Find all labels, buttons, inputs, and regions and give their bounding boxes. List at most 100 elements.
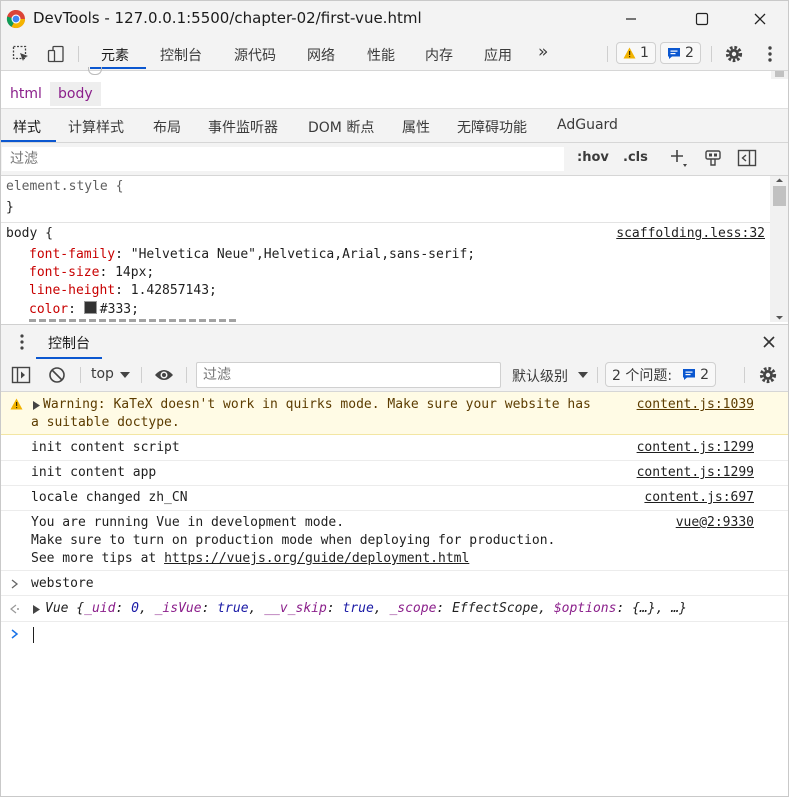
issues-label: 2 个问题:: [612, 367, 673, 384]
new-rule-plus-icon[interactable]: [669, 148, 689, 168]
clear-console-icon[interactable]: [47, 365, 67, 385]
console-warning-message[interactable]: Warning: KaTeX doesn't work in quirks mo…: [0, 392, 789, 435]
log-text-prefix: See more tips at: [31, 551, 165, 566]
rule-divider: [0, 222, 770, 223]
text-caret: [33, 627, 34, 643]
tab-dom-breakpoints[interactable]: DOM 断点: [308, 117, 374, 137]
warnings-count: 1: [640, 45, 649, 61]
log-text-line2: Make sure to turn on production mode whe…: [31, 533, 556, 548]
input-chevron-icon: [11, 579, 19, 589]
maximize-button[interactable]: [679, 0, 725, 38]
close-drawer-icon[interactable]: [759, 332, 779, 352]
device-toolbar-icon[interactable]: [46, 44, 66, 64]
css-declaration[interactable]: line-height: 1.42857143;: [29, 283, 217, 298]
console-log-message[interactable]: locale changed zh_CN content.js:697: [0, 486, 789, 511]
console-toolbar: top 默认级别 2 个问题: 2: [0, 359, 789, 392]
message-source-link[interactable]: content.js:1299: [637, 465, 754, 480]
log-text-line1: You are running Vue in development mode.: [31, 515, 345, 530]
breadcrumb-body[interactable]: body: [50, 82, 101, 106]
expand-triangle-icon[interactable]: [33, 605, 41, 614]
result-value: EffectScope: [452, 601, 539, 616]
tab-styles[interactable]: 样式: [13, 117, 41, 137]
console-log-message[interactable]: init content script content.js:1299: [0, 436, 789, 461]
message-icon: [683, 369, 696, 380]
console-result[interactable]: Vue {_uid: 0, _isVue: true, __v_skip: tr…: [0, 596, 789, 622]
tab-console[interactable]: 控制台: [160, 45, 202, 65]
body-rule-selector[interactable]: body {: [6, 226, 53, 241]
tab-event-listeners[interactable]: 事件监听器: [208, 117, 278, 137]
console-sidebar-icon[interactable]: [11, 365, 31, 385]
deployment-docs-link[interactable]: https://vuejs.org/guide/deployment.html: [164, 551, 469, 566]
prompt-chevron-icon: [11, 629, 19, 639]
css-declaration[interactable]: font-family: "Helvetica Neue",Helvetica,…: [29, 247, 475, 262]
tab-elements[interactable]: 元素: [101, 45, 129, 65]
more-options-icon[interactable]: [760, 44, 780, 64]
css-property-name: font-family: [29, 247, 116, 262]
tab-performance[interactable]: 性能: [367, 45, 395, 65]
log-level-selector[interactable]: 默认级别: [512, 366, 568, 386]
tab-adguard[interactable]: AdGuard: [557, 117, 618, 133]
messages-badge[interactable]: 2: [660, 42, 701, 64]
result-type: Vue: [45, 601, 69, 616]
minimize-button[interactable]: [608, 0, 654, 38]
body-rule-source-link[interactable]: scaffolding.less:32: [616, 226, 765, 241]
breadcrumb-html[interactable]: html: [10, 86, 42, 102]
live-expression-eye-icon[interactable]: [154, 365, 174, 385]
tab-accessibility[interactable]: 无障碍功能: [457, 117, 527, 137]
hov-toggle[interactable]: :hov: [577, 150, 609, 165]
console-prompt[interactable]: [0, 622, 789, 648]
console-log-message[interactable]: init content app content.js:1299: [0, 461, 789, 486]
tab-computed[interactable]: 计算样式: [68, 117, 124, 137]
close-icon: [754, 13, 766, 25]
cls-toggle[interactable]: .cls: [623, 150, 648, 165]
toolbar-separator: [744, 367, 745, 383]
styles-subtabs: 样式 计算样式 布局 事件监听器 DOM 断点 属性 无障碍功能 AdGuard: [0, 109, 789, 143]
scroll-down-icon[interactable]: [770, 314, 789, 322]
tab-sources[interactable]: 源代码: [234, 45, 276, 65]
drawer-tab-console[interactable]: 控制台: [48, 333, 90, 353]
more-tabs-button[interactable]: »: [538, 42, 548, 62]
issues-count: 2: [700, 366, 709, 383]
tab-memory[interactable]: 内存: [425, 45, 453, 65]
css-declaration[interactable]: color: #333;: [29, 301, 139, 317]
message-source-link[interactable]: content.js:1039: [637, 397, 754, 412]
dom-tree-remnant: [88, 67, 102, 75]
scroll-up-icon[interactable]: [770, 176, 789, 184]
tab-application[interactable]: 应用: [484, 45, 512, 65]
console-log-message[interactable]: You are running Vue in development mode.…: [0, 511, 789, 571]
tab-network[interactable]: 网络: [307, 45, 335, 65]
context-selector[interactable]: top: [91, 366, 114, 382]
maximize-icon: [695, 12, 709, 26]
warning-text-line2: a suitable doctype.: [31, 415, 180, 430]
css-property-name: font-size: [29, 265, 100, 280]
result-object-preview[interactable]: Vue {_uid: 0, _isVue: true, __v_skip: tr…: [45, 601, 687, 616]
styles-scrollbar[interactable]: [770, 176, 789, 322]
minimize-icon: [626, 18, 636, 20]
expand-triangle-icon[interactable]: [33, 401, 41, 410]
console-filter-input[interactable]: [196, 362, 501, 388]
message-source-link[interactable]: content.js:1299: [637, 440, 754, 455]
dom-tree-scrollbar[interactable]: [771, 71, 788, 79]
element-style-close: }: [6, 200, 14, 215]
message-source-link[interactable]: vue@2:9330: [676, 515, 754, 530]
toggle-sidebar-icon[interactable]: [737, 148, 757, 168]
css-declaration[interactable]: font-size: 14px;: [29, 265, 154, 280]
drawer-menu-icon[interactable]: [12, 332, 32, 352]
console-input-echo[interactable]: webstore: [0, 571, 789, 596]
warnings-badge[interactable]: 1: [616, 42, 656, 64]
console-settings-gear-icon[interactable]: [758, 365, 778, 385]
styles-filter-input[interactable]: [2, 147, 564, 171]
result-key: _isVue: [154, 601, 202, 616]
issues-button[interactable]: 2 个问题: 2: [605, 362, 716, 387]
css-property-value: "Helvetica Neue",Helvetica,Arial,sans-se…: [130, 247, 476, 262]
color-swatch-icon[interactable]: [83, 301, 97, 314]
tab-properties[interactable]: 属性: [402, 117, 430, 137]
styles-scroll-thumb[interactable]: [773, 186, 786, 206]
inspect-element-icon[interactable]: [11, 44, 31, 64]
rendering-emulation-icon[interactable]: [703, 148, 723, 168]
settings-gear-icon[interactable]: [724, 44, 744, 64]
close-window-button[interactable]: [737, 0, 783, 38]
message-source-link[interactable]: content.js:697: [644, 490, 754, 505]
element-style-selector[interactable]: element.style {: [6, 179, 123, 194]
tab-layout[interactable]: 布局: [153, 117, 181, 137]
